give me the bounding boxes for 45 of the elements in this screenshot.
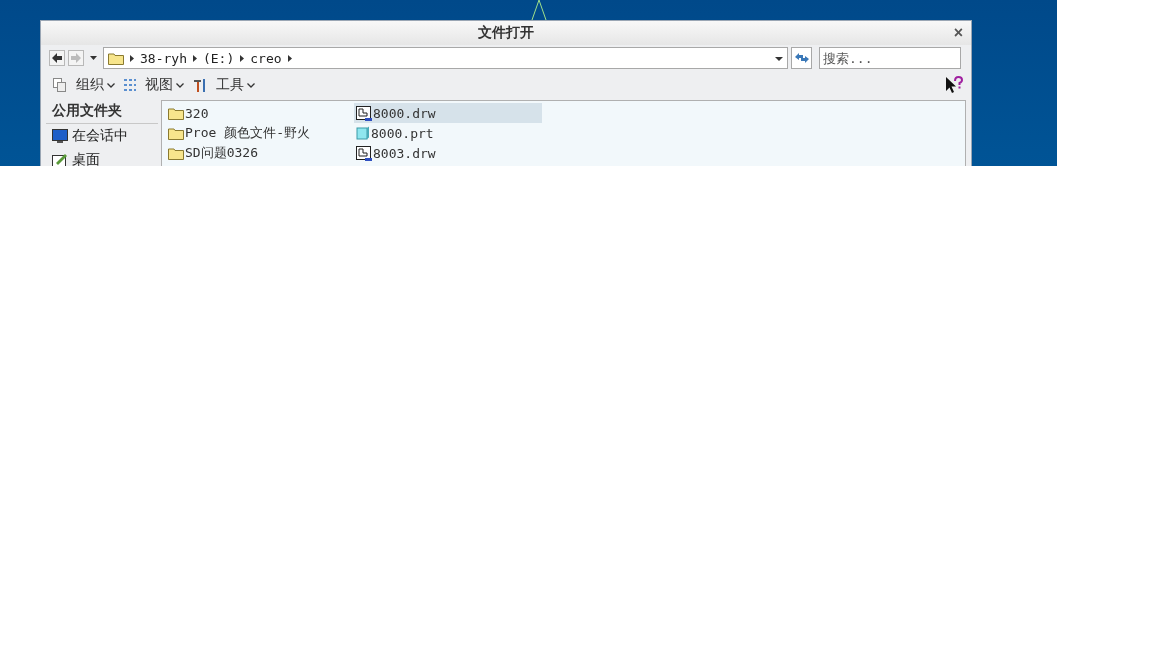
folder-icon [168,106,184,120]
caret-icon[interactable] [107,82,115,88]
sidebar-item[interactable]: 在会话中 [46,124,158,148]
breadcrumb-item[interactable]: (E:) [202,50,235,66]
breadcrumb-item[interactable]: 38-ryh [140,50,187,66]
folder-icon [168,146,184,160]
address-field[interactable]: 38-ryh (E:) creo [103,47,788,69]
chevron-icon[interactable] [192,54,197,62]
file-item[interactable]: SD问题0326 [166,143,329,163]
sidebar-header: 公用文件夹 [46,100,158,124]
caret-icon[interactable] [247,82,255,88]
chevron-icon[interactable] [130,54,134,62]
breadcrumb-item[interactable]: creo [250,50,282,66]
caret-icon[interactable] [176,82,184,88]
window-title: 文件打开 [478,24,534,42]
help-pointer-icon[interactable] [945,76,963,94]
file-item[interactable]: 320 [166,103,329,123]
drawing-file-icon [356,105,372,121]
chevron-icon[interactable] [287,54,292,62]
file-item[interactable]: 8000.prt [354,123,517,143]
back-button[interactable] [49,50,65,66]
file-item[interactable]: Proe 颜色文件-野火 [166,123,329,143]
toolbar-menu-button[interactable]: 组织 [73,76,118,94]
search-field[interactable]: 搜索... [819,47,961,69]
close-button[interactable]: × [951,24,965,42]
refresh-arrows-icon[interactable] [793,52,810,64]
monitor-icon [52,128,68,144]
drawing-file-icon [356,145,372,161]
folder-icon [108,51,124,65]
pages-icon [52,77,68,93]
file-item[interactable]: 8000.drw [354,103,542,123]
line-drawing [531,0,547,20]
part-file-icon [356,126,370,140]
folder-icon [168,126,184,140]
file-item[interactable]: 8003.drw [354,143,517,163]
grid-icon [123,78,137,92]
toolbar-menu-button[interactable]: 视图 [142,76,187,94]
chevron-icon[interactable] [240,54,245,62]
toolbar-menu-button[interactable]: 工具 [213,76,258,94]
refresh-button[interactable] [791,47,812,69]
tools-icon [192,77,208,93]
dropdown-icon[interactable] [90,56,97,60]
desktop-icon [52,152,68,166]
dropdown-icon[interactable] [775,57,783,61]
sidebar-item[interactable]: 桌面 [46,148,158,166]
